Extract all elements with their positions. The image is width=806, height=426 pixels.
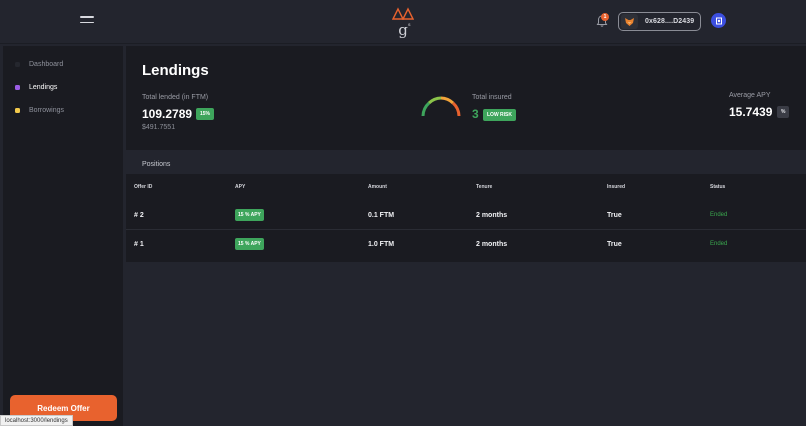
offer-id: # 2 (134, 212, 144, 219)
total-lended-label: Total lended (in FTM) (142, 94, 209, 101)
sidebar-item-label: Lendings (29, 83, 58, 91)
amount: 0.1 FTM (368, 212, 395, 219)
column-header: Insured (607, 184, 626, 190)
dashboard-icon (15, 61, 20, 67)
summary-panel: Lendings Total lended (in FTM) 109.2789 … (126, 46, 806, 150)
sidebar: Dashboard Lendings Borrowings (3, 46, 123, 426)
column-header: APY (235, 184, 246, 190)
status-text: Ended (710, 212, 728, 218)
average-apy-value: 15.7439 (729, 105, 773, 119)
column-header: Amount (368, 184, 387, 190)
column-header: Status (710, 184, 726, 190)
sidebar-item-label: Dashboard (29, 60, 64, 68)
offer-id: # 1 (134, 241, 144, 248)
avatar[interactable] (711, 13, 726, 28)
lendings-icon (15, 84, 20, 90)
borrowings-icon (15, 107, 20, 113)
top-bar: g s 1 0x628....D2439 (0, 0, 806, 44)
column-header: Offer ID (134, 184, 153, 190)
positions-heading: Positions (142, 161, 171, 168)
apy-badge: 15 % APY (235, 209, 264, 221)
page-title: Lendings (142, 62, 209, 79)
table-row[interactable]: # 1 15 % APY 1.0 FTM 2 months True Ended (126, 230, 806, 259)
status-text: Ended (710, 241, 728, 247)
total-lended-value: 109.2789 (142, 107, 193, 121)
svg-text:s: s (408, 22, 411, 28)
average-apy-unit: % (777, 106, 790, 118)
user-icon (715, 17, 722, 24)
total-insured-value: 3 (472, 107, 479, 121)
amount: 1.0 FTM (368, 241, 395, 248)
column-header: Tenure (476, 184, 493, 190)
menu-icon[interactable] (80, 16, 94, 26)
wallet-address: 0x628....D2439 (645, 18, 695, 25)
total-lended-badge: 15% (196, 108, 215, 120)
insured: True (607, 241, 622, 248)
total-lended-usd: $491.7551 (142, 124, 176, 131)
table-row[interactable]: # 2 15 % APY 0.1 FTM 2 months True Ended (126, 201, 806, 230)
total-insured-label: Total insured (472, 94, 512, 101)
notification-badge: 1 (601, 13, 609, 21)
insured: True (607, 212, 622, 219)
sidebar-item-dashboard[interactable]: Dashboard (15, 58, 63, 70)
sidebar-item-lendings[interactable]: Lendings (15, 81, 57, 93)
status-url: localhost:3000/lendings (0, 415, 73, 426)
sidebar-item-borrowings[interactable]: Borrowings (15, 104, 64, 116)
apy-badge: 15 % APY (235, 238, 264, 250)
risk-badge: LOW RISK (483, 109, 516, 121)
tenure: 2 months (476, 241, 508, 248)
average-apy-label: Average APY (729, 92, 771, 99)
positions-table: Offer ID APY Amount Tenure Insured Statu… (126, 174, 806, 262)
wallet-button[interactable]: 0x628....D2439 (618, 12, 701, 31)
risk-gauge-icon (421, 96, 461, 117)
tenure: 2 months (476, 212, 508, 219)
sidebar-item-label: Borrowings (29, 106, 65, 114)
metamask-fox-icon (621, 14, 638, 29)
svg-text:g: g (398, 21, 408, 38)
brand-logo: g s (392, 7, 414, 38)
